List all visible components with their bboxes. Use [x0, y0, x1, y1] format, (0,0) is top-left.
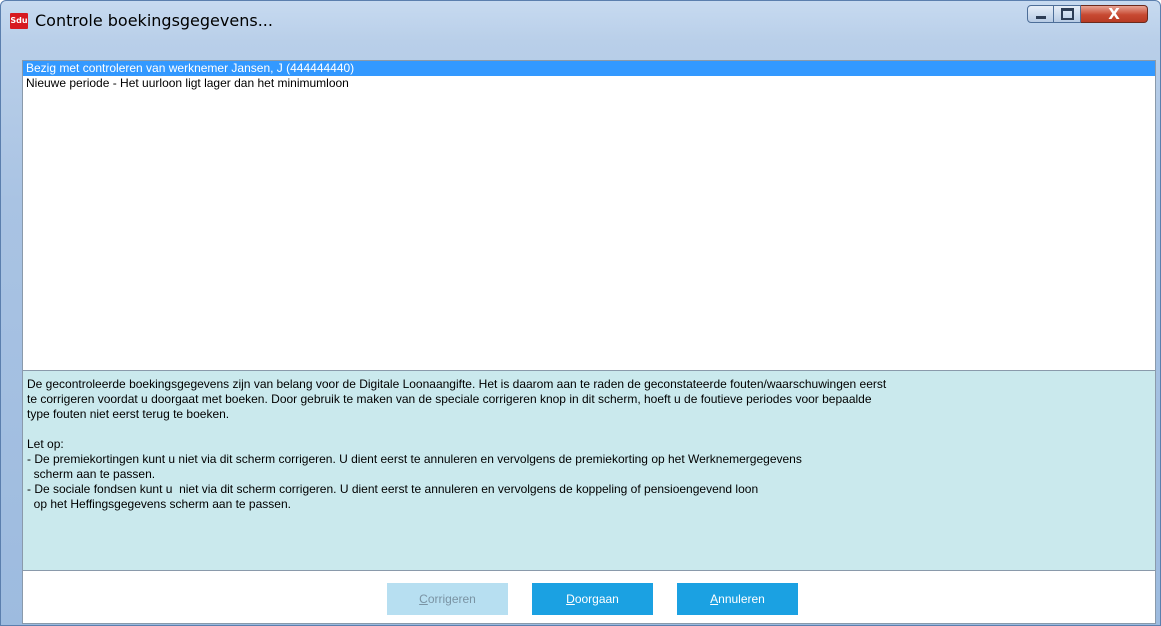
doorgaan-accel: D [566, 592, 575, 606]
annuleren-accel: A [710, 592, 719, 606]
corrigeren-label: orrigeren [427, 592, 476, 606]
note-heading: Let op: [27, 437, 64, 451]
list-item-0[interactable]: Bezig met controleren van werknemer Jans… [23, 61, 1155, 76]
app-logo-icon: Sdu [10, 13, 28, 29]
close-button[interactable]: X [1081, 5, 1148, 23]
message-list[interactable]: Bezig met controleren van werknemer Jans… [22, 60, 1156, 371]
minimize-icon [1035, 15, 1046, 19]
title-bar[interactable]: Sdu Controle boekingsgegevens... X [1, 1, 1160, 41]
annuleren-label: nnuleren [718, 592, 765, 606]
minimize-button[interactable] [1027, 5, 1054, 23]
window-title: Controle boekingsgegevens... [35, 11, 273, 30]
dialog-window: Sdu Controle boekingsgegevens... X Bezig… [0, 0, 1161, 626]
close-icon: X [1108, 5, 1120, 23]
note-sociale-fondsen: - De sociale fondsen kunt u niet via dit… [27, 482, 759, 511]
corrigeren-accel: C [419, 592, 428, 606]
maximize-icon [1060, 8, 1074, 20]
list-item-1[interactable]: Nieuwe periode - Het uurloon ligt lager … [23, 76, 1155, 91]
info-paragraph: De gecontroleerde boekingsgegevens zijn … [27, 377, 887, 421]
note-premiekortingen: - De premiekortingen kunt u niet via dit… [27, 452, 802, 481]
info-panel: De gecontroleerde boekingsgegevens zijn … [22, 371, 1156, 571]
doorgaan-label: oorgaan [574, 592, 619, 606]
doorgaan-button[interactable]: Doorgaan [532, 583, 653, 615]
annuleren-button[interactable]: Annuleren [677, 583, 798, 615]
maximize-button[interactable] [1054, 5, 1081, 23]
corrigeren-button[interactable]: Corrigeren [387, 583, 508, 615]
button-bar: Corrigeren Doorgaan Annuleren [22, 571, 1156, 624]
